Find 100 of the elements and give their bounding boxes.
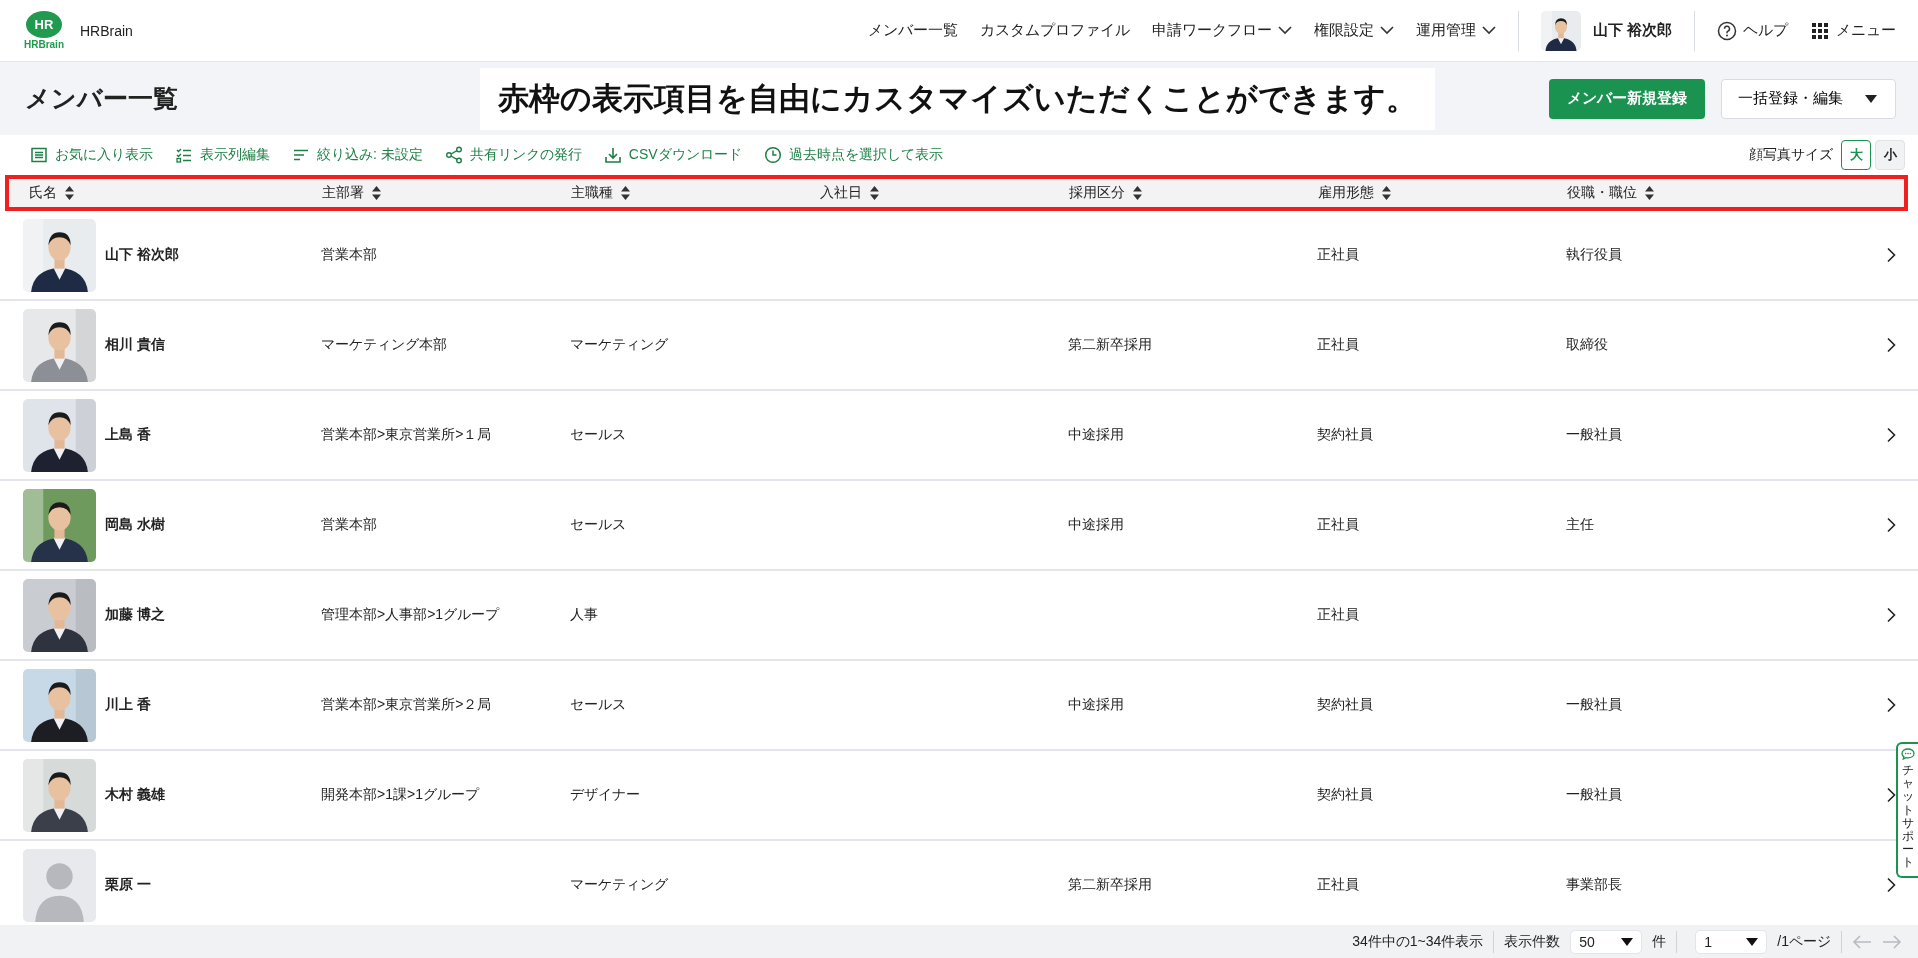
callout-text: 赤枠の表示項目を自由にカスタマイズいただくことができます。 [480,67,1435,130]
page-title: メンバー一覧 [25,83,179,114]
sort-icon [1133,186,1142,200]
table-cell: 正社員 [1317,246,1359,262]
column-header[interactable]: 主職種 [571,184,613,202]
table-cell: セールス [570,426,626,442]
column-header[interactable]: 採用区分 [1069,184,1125,202]
nav-link[interactable]: 申請ワークフロー [1151,21,1292,40]
photo-size-toggle[interactable]: 大 [1841,140,1871,170]
member-name[interactable]: 相川 貴信 [105,336,165,354]
table-cell: 営業本部>東京営業所>１局 [321,426,492,442]
nav-link[interactable]: カスタムプロファイル [979,21,1130,40]
table-cell: 取締役 [1566,336,1608,352]
list-icon [30,146,48,164]
table-cell: 一般社員 [1566,786,1622,802]
caret-down-icon [1746,937,1759,946]
member-name[interactable]: 岡島 水樹 [105,516,165,534]
chevron-right-icon[interactable] [1886,337,1896,353]
member-name[interactable]: 山下 裕次郎 [105,246,179,264]
result-summary: 34件中の1~34件表示 [1352,932,1484,951]
chevron-right-icon[interactable] [1886,517,1896,533]
table-cell: 中途採用 [1068,426,1124,442]
per-page-label: 表示件数 [1504,932,1561,951]
page-total: /1ページ [1777,932,1831,951]
toolbar-action[interactable]: 過去時点を選択して表示 [788,146,943,164]
per-page-select[interactable]: 50 [1570,929,1643,954]
bulk-edit-button[interactable]: 一括登録・編集 [1721,78,1896,119]
table-cell: 営業本部 [321,246,377,262]
logo: HR HRBrain [22,11,66,50]
nav-link[interactable]: 権限設定 [1313,21,1394,40]
help-link[interactable]: ヘルプ [1743,21,1788,40]
table-cell: 営業本部 [321,516,377,532]
chevron-right-icon[interactable] [1886,697,1896,713]
toolbar-action[interactable]: 表示列編集 [200,146,270,164]
table-cell: 契約社員 [1317,426,1373,442]
table-cell: 主任 [1566,516,1594,532]
sort-icon [1382,186,1391,200]
toolbar-action[interactable]: CSVダウンロード [628,146,742,164]
table-cell: セールス [570,516,626,532]
chevron-right-icon[interactable] [1886,877,1896,893]
member-name[interactable]: 栗原 一 [105,876,151,894]
table-cell: 営業本部>東京営業所>２局 [321,696,492,712]
nav-link[interactable]: 運用管理 [1415,21,1496,40]
table-cell: 正社員 [1317,516,1359,532]
sort-icon [372,186,381,200]
table-cell: 契約社員 [1317,696,1373,712]
chevron-right-icon[interactable] [1886,247,1896,263]
caret-down-icon [1621,937,1634,946]
checklist-icon [175,146,193,164]
column-header[interactable]: 入社日 [820,184,862,202]
sort-icon [621,186,630,200]
help-icon [1717,20,1737,41]
member-name[interactable]: 川上 香 [105,696,151,714]
sort-icon [870,186,879,200]
chevron-right-icon[interactable] [1886,607,1896,623]
clock-icon [763,146,782,164]
table-cell: マーケティング本部 [321,336,447,352]
per-page-unit: 件 [1652,932,1667,951]
table-cell: 事業部長 [1566,876,1622,892]
photo-size-label: 顔写真サイズ [1749,146,1833,164]
user-name[interactable]: 山下 裕次郎 [1592,21,1672,40]
nav-link[interactable]: メンバー一覧 [867,21,958,40]
member-name[interactable]: 加藤 博之 [105,606,165,624]
table-cell: 正社員 [1317,876,1359,892]
toolbar-action[interactable]: 共有リンクの発行 [469,146,582,164]
new-member-button[interactable]: メンバー新規登録 [1549,78,1705,119]
toolbar-action[interactable]: お気に入り表示 [55,146,153,164]
table-cell: 正社員 [1317,606,1359,622]
page-select[interactable]: 1 [1695,929,1768,954]
menu-link[interactable]: メニュー [1836,21,1896,40]
sort-icon [65,186,74,200]
member-name[interactable]: 木村 義雄 [105,786,165,804]
table-cell: 管理本部>人事部>1グループ [321,606,500,622]
table-cell: 中途採用 [1068,696,1124,712]
chevron-right-icon[interactable] [1886,787,1896,803]
table-cell: デザイナー [570,786,640,802]
table-cell: 開発本部>1課>1グループ [321,786,479,802]
chevron-right-icon[interactable] [1886,427,1896,443]
member-name[interactable]: 上島 香 [105,426,151,444]
column-header[interactable]: 主部署 [322,184,364,202]
avatar-placeholder-icon [23,848,96,922]
sort-icon [1645,186,1654,200]
toolbar-action[interactable]: 絞り込み: 未設定 [317,146,423,164]
table-cell: 人事 [570,606,598,622]
table-cell: 第二新卒採用 [1068,336,1152,352]
table-cell: 中途採用 [1068,516,1124,532]
table-cell: 正社員 [1317,336,1359,352]
table-cell: 一般社員 [1566,696,1622,712]
app-name: HRBrain [80,22,133,39]
grid-menu-icon [1812,22,1828,39]
column-header[interactable]: 役職・職位 [1567,184,1637,202]
photo-size-toggle[interactable]: 小 [1875,140,1905,170]
chat-support-tab[interactable]: チャットサポート [1896,742,1918,878]
table-cell: マーケティング [570,336,668,352]
column-header[interactable]: 雇用形態 [1318,184,1374,202]
table-cell: 一般社員 [1566,426,1622,442]
column-header[interactable]: 氏名 [29,184,57,202]
table-cell: 第二新卒採用 [1068,876,1152,892]
table-cell: 契約社員 [1317,786,1373,802]
table-cell: セールス [570,696,626,712]
